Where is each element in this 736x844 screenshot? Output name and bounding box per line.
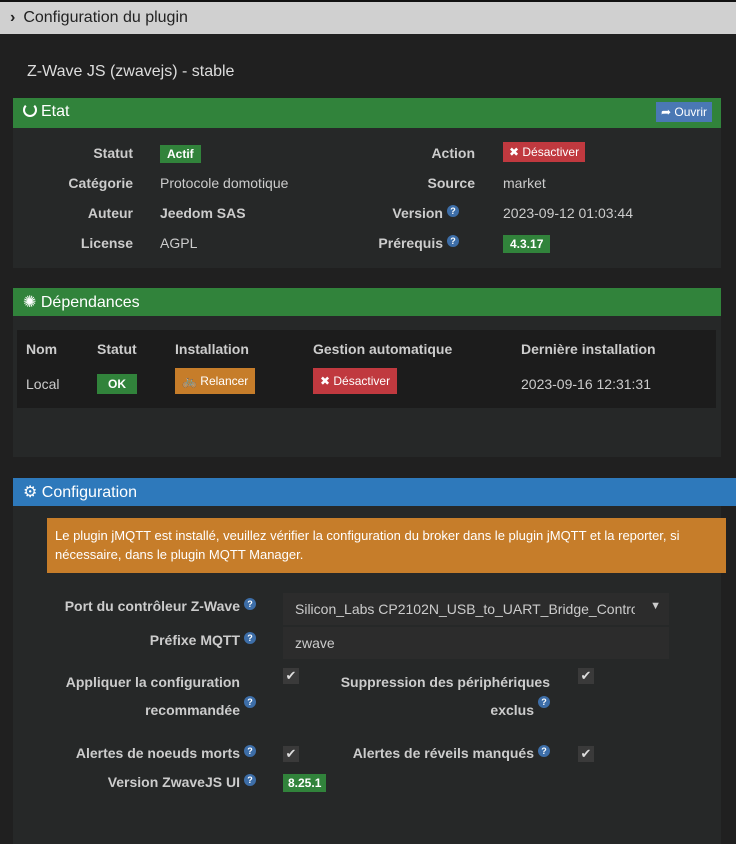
- dead-nodes-label: Alertes de noeuds morts: [75, 745, 240, 761]
- help-icon[interactable]: ?: [244, 632, 256, 644]
- missed-wakeup-checkbox[interactable]: ✔: [578, 746, 594, 762]
- caret-down-icon: ▼: [650, 600, 661, 612]
- help-icon[interactable]: ?: [538, 745, 550, 757]
- close-icon: ✖: [320, 374, 334, 388]
- prerequis-label: Prérequis: [378, 235, 443, 251]
- deactivate-label: Désactiver: [522, 145, 580, 159]
- apply-config-checkbox[interactable]: ✔: [283, 668, 299, 684]
- refresh-icon: [23, 103, 37, 117]
- open-label: Ouvrir: [674, 105, 708, 119]
- port-select[interactable]: Silicon_Labs CP2102N_USB_to_UART_Bridge_…: [283, 593, 669, 625]
- source-label: Source: [427, 175, 475, 191]
- close-icon: ✖: [509, 145, 523, 159]
- help-icon[interactable]: ?: [244, 696, 256, 708]
- chevron-right-icon: ›: [10, 9, 16, 26]
- categorie-value: Protocole domotique: [160, 175, 289, 191]
- relaunch-button[interactable]: 🚲 Relancer: [175, 368, 256, 394]
- help-icon[interactable]: ?: [244, 774, 256, 786]
- etat-panel: Etat ➦ Ouvrir Statut Actif Catégorie Pro…: [13, 98, 721, 268]
- gear-icon: ✺: [23, 294, 41, 311]
- dep-status-badge: OK: [97, 374, 137, 394]
- license-value: AGPL: [160, 235, 198, 251]
- prefix-label: Préfixe MQTT: [149, 632, 240, 648]
- deactivate-auto-button[interactable]: ✖ Désactiver: [313, 368, 398, 394]
- relaunch-label: Relancer: [200, 374, 249, 388]
- help-icon[interactable]: ?: [447, 235, 459, 247]
- version-value: 2023-09-12 01:03:44: [503, 205, 633, 221]
- source-value: market: [503, 175, 546, 191]
- deactivate-plugin-button[interactable]: ✖ Désactiver: [503, 142, 586, 162]
- configuration-title: Configuration: [41, 484, 137, 501]
- port-value: Silicon_Labs CP2102N_USB_to_UART_Bridge_…: [295, 601, 635, 617]
- jmqtt-alert: Le plugin jMQTT est installé, veuillez v…: [47, 518, 726, 573]
- license-label: License: [80, 235, 133, 251]
- configuration-panel: ⚙ Configuration Le plugin jMQTT est inst…: [13, 478, 736, 844]
- statut-badge: Actif: [160, 145, 201, 163]
- version-label: Version: [392, 205, 443, 221]
- help-icon[interactable]: ?: [244, 598, 256, 610]
- statut-label: Statut: [93, 145, 133, 161]
- dependances-panel: ✺ Dépendances Nom Statut Installation Ge…: [13, 288, 721, 457]
- bicycle-icon: 🚲: [182, 374, 201, 388]
- help-icon[interactable]: ?: [244, 745, 256, 757]
- open-button[interactable]: ➦ Ouvrir: [656, 102, 713, 122]
- dependances-title: Dépendances: [40, 294, 140, 311]
- port-label: Port du contrôleur Z-Wave: [64, 598, 240, 614]
- deactivate-auto-label: Désactiver: [333, 374, 391, 388]
- column-header: Dernière installation: [521, 341, 656, 357]
- etat-title: Etat: [41, 103, 70, 120]
- dep-last-install: 2023-09-16 12:31:31: [521, 376, 651, 392]
- dependances-table: Nom Statut Installation Gestion automati…: [17, 330, 716, 408]
- share-icon: ➦: [661, 105, 675, 119]
- auteur-label: Auteur: [87, 205, 133, 221]
- zwavejs-version-label: Version ZwaveJS UI: [107, 774, 240, 790]
- suppr-excluded-checkbox[interactable]: ✔: [578, 668, 594, 684]
- dead-nodes-checkbox[interactable]: ✔: [283, 746, 299, 762]
- etat-header: Etat: [13, 98, 721, 128]
- configuration-header: ⚙ Configuration: [13, 478, 736, 506]
- action-label: Action: [431, 145, 475, 161]
- gears-icon: ⚙: [23, 484, 42, 501]
- column-header: Installation: [175, 341, 249, 357]
- apply-label: Appliquer la configuration: [65, 674, 240, 690]
- header-title: Configuration du plugin: [23, 9, 188, 26]
- suppr-label-2: exclus: [490, 702, 534, 718]
- plugin-title: Z-Wave JS (zwavejs) - stable: [27, 63, 235, 80]
- zwavejs-version-badge: 8.25.1: [283, 774, 327, 792]
- plugin-config-header[interactable]: › Configuration du plugin: [0, 0, 736, 34]
- column-header: Nom: [26, 341, 58, 357]
- dep-name: Local: [26, 376, 60, 392]
- column-header: Gestion automatique: [313, 341, 453, 357]
- auteur-value: Jeedom SAS: [160, 205, 246, 221]
- dependances-header: ✺ Dépendances: [13, 288, 721, 316]
- column-header: Statut: [97, 341, 137, 357]
- missed-wakeup-label: Alertes de réveils manqués: [352, 745, 534, 761]
- apply-label-2: recommandée: [145, 702, 240, 718]
- prerequis-badge: 4.3.17: [503, 235, 551, 253]
- suppr-label: Suppression des périphériques: [340, 674, 550, 690]
- prefix-input[interactable]: zwave: [283, 627, 669, 659]
- help-icon[interactable]: ?: [447, 205, 459, 217]
- help-icon[interactable]: ?: [538, 696, 550, 708]
- categorie-label: Catégorie: [68, 175, 133, 191]
